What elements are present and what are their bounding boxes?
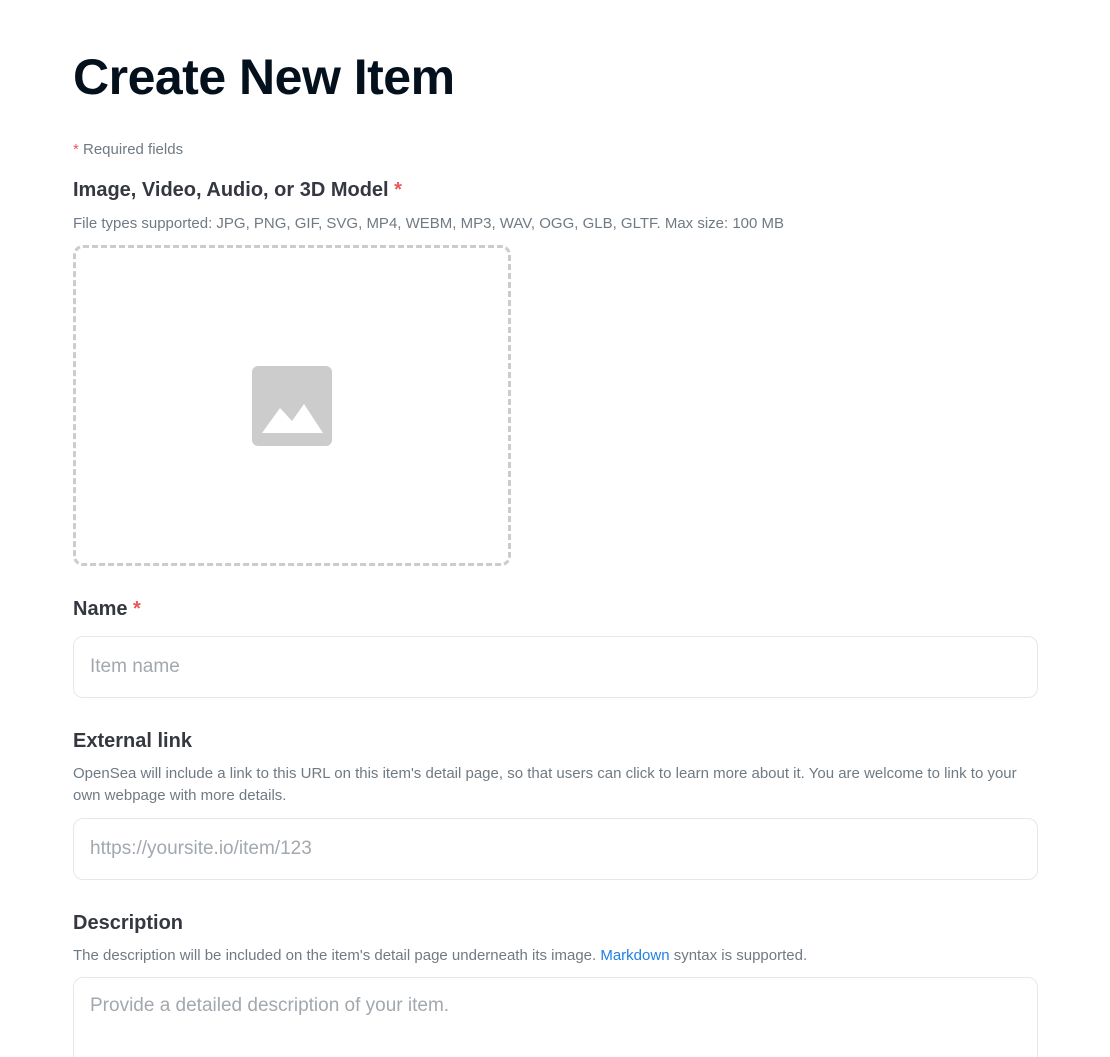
external-link-help-text: OpenSea will include a link to this URL … [73, 765, 1017, 804]
external-link-label: External link [73, 730, 192, 752]
external-link-input[interactable] [73, 818, 1038, 880]
media-upload-dropzone[interactable] [73, 245, 511, 566]
image-placeholder-icon [252, 365, 332, 446]
required-fields-note: * Required fields [73, 141, 183, 158]
markdown-link[interactable]: Markdown [600, 947, 669, 964]
required-note-text: Required fields [78, 141, 184, 158]
name-required-star: * [133, 598, 141, 620]
media-required-star: * [394, 179, 402, 201]
description-help-after: syntax is supported. [669, 947, 808, 964]
name-label: Name * [73, 598, 141, 621]
media-label: Image, Video, Audio, or 3D Model * [73, 179, 402, 202]
create-item-page: Create New Item * Required fields Image,… [0, 0, 1110, 1057]
page-title: Create New Item [73, 49, 455, 105]
media-help-text: File types supported: JPG, PNG, GIF, SVG… [73, 215, 785, 232]
media-label-text: Image, Video, Audio, or 3D Model [73, 179, 389, 201]
name-input[interactable] [73, 636, 1038, 698]
description-help-before: The description will be included on the … [73, 947, 601, 964]
description-label: Description [73, 912, 184, 934]
name-label-text: Name [73, 598, 128, 620]
description-textarea[interactable] [73, 977, 1038, 1057]
description-help-text: The description will be included on the … [73, 945, 1038, 967]
